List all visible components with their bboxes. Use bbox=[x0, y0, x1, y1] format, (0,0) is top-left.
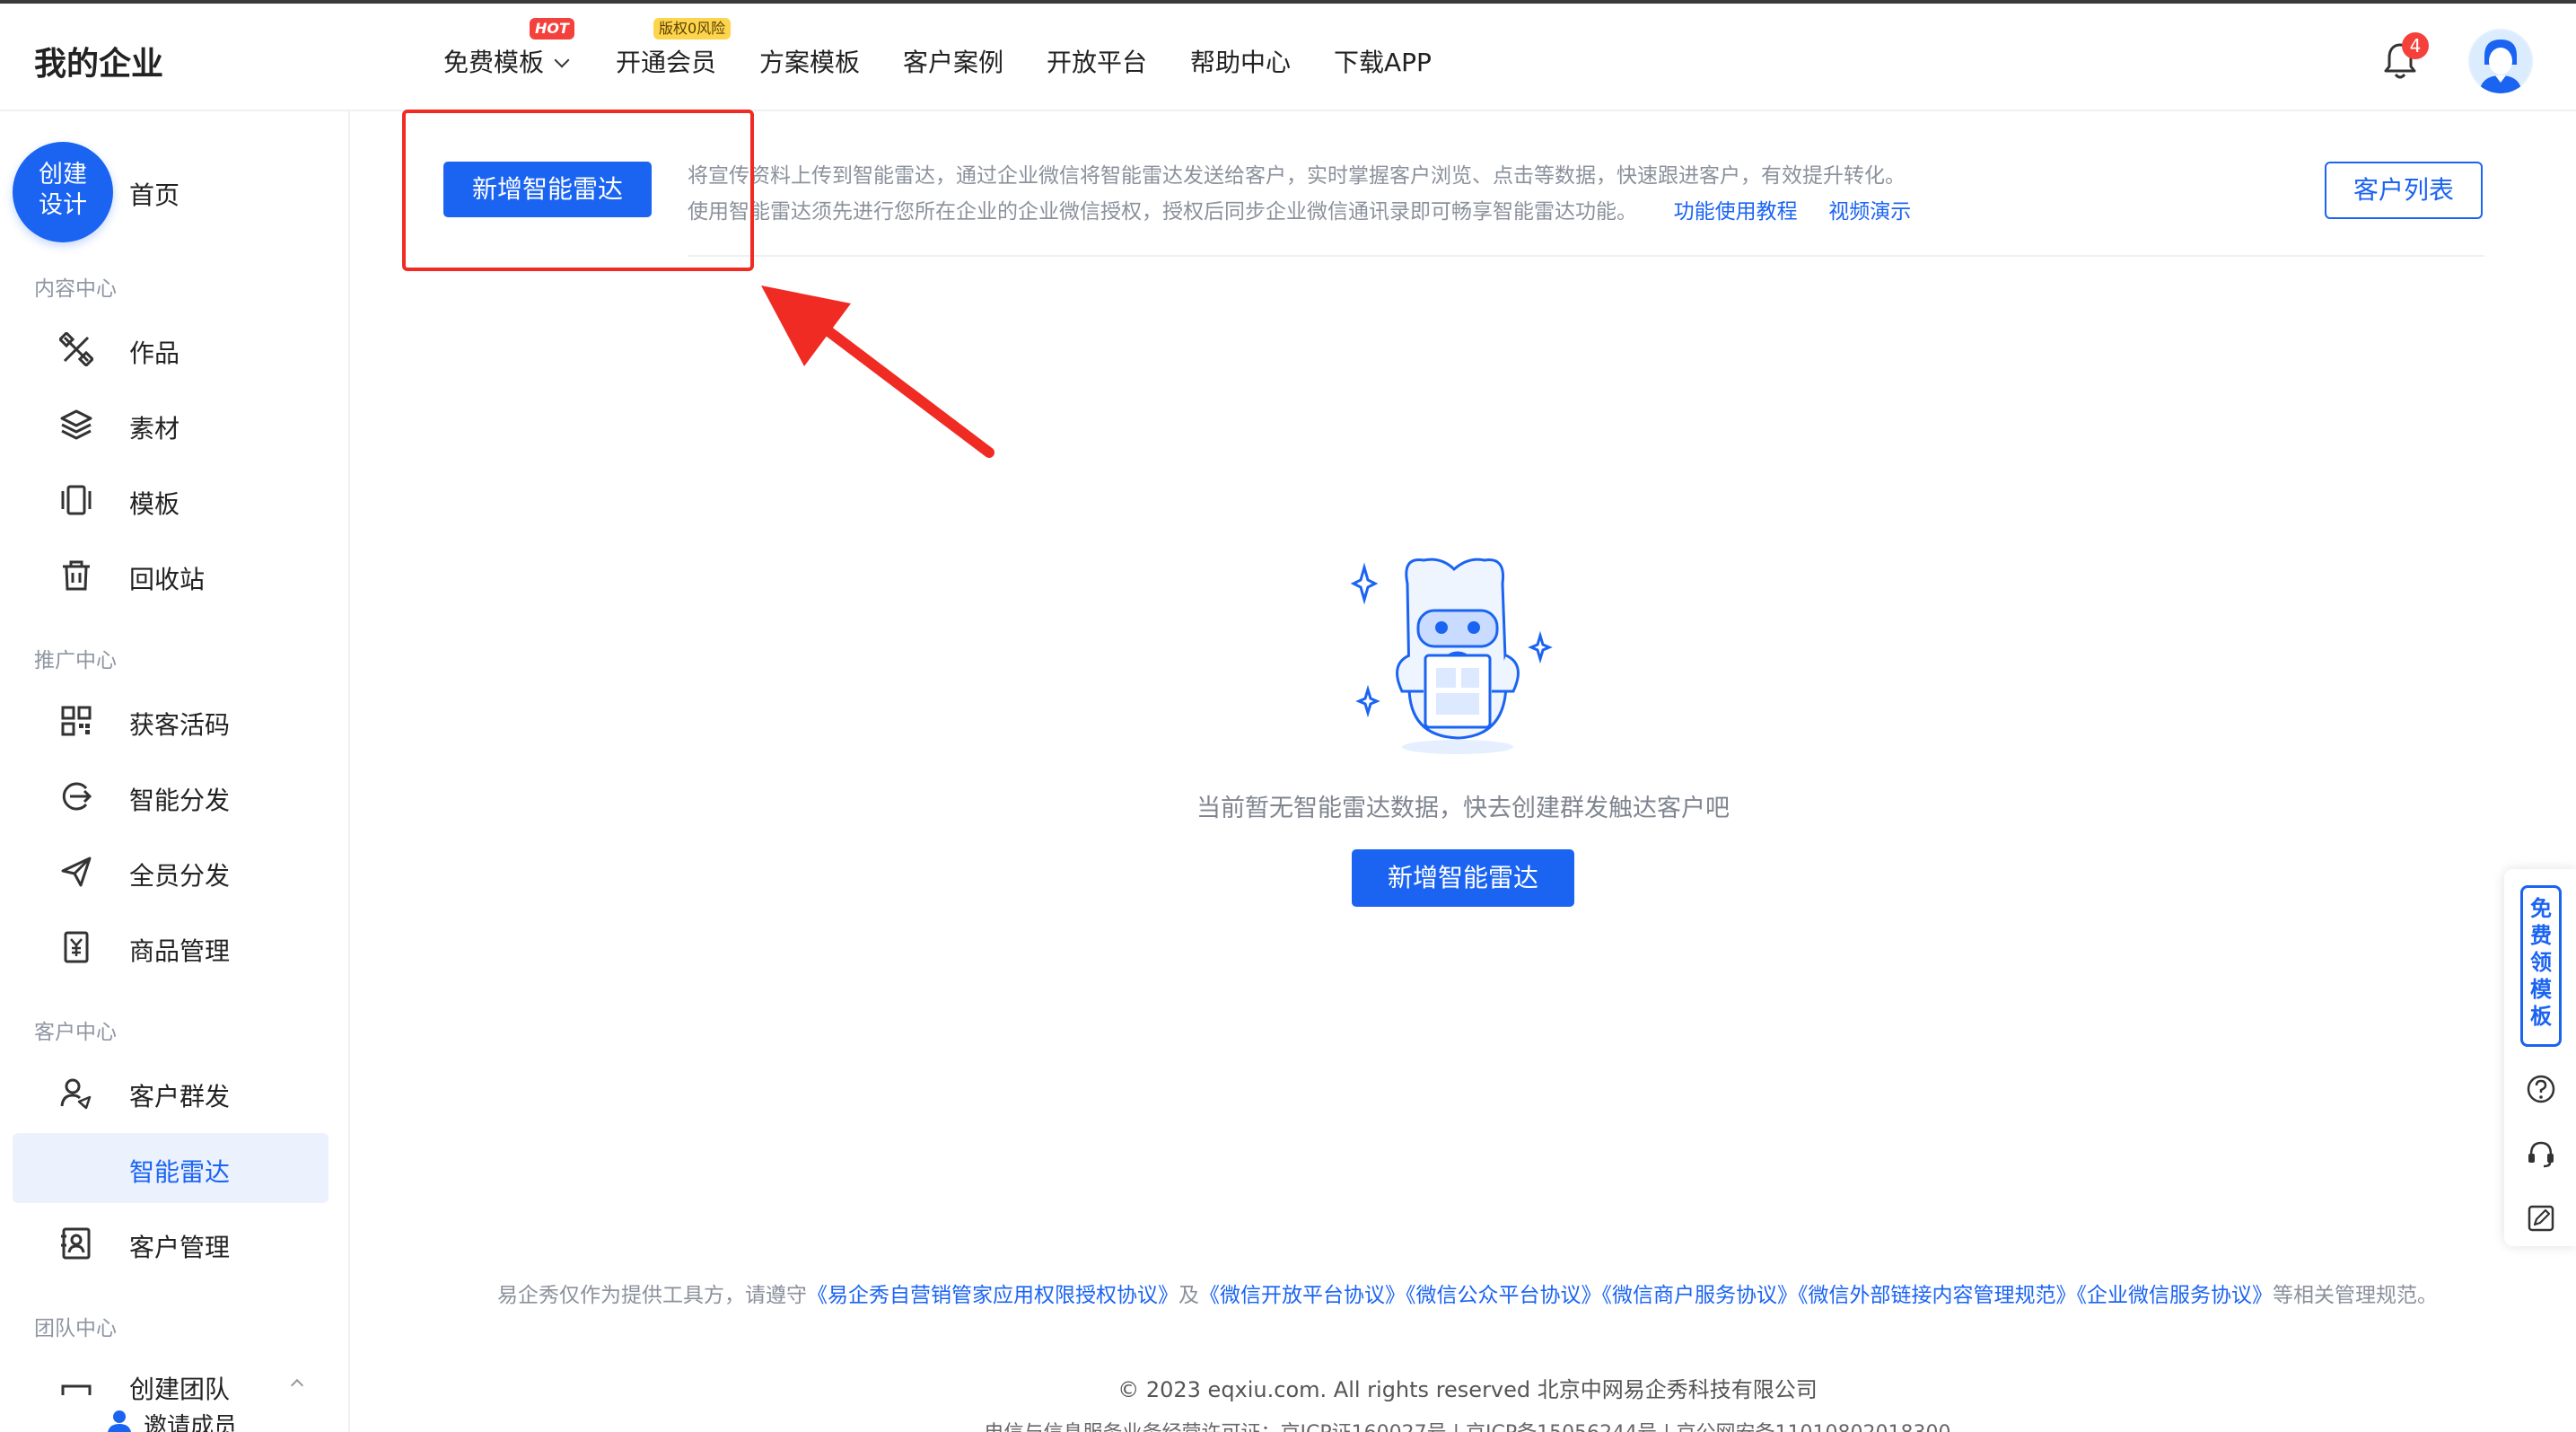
sidebar-item-label: 商品管理 bbox=[129, 936, 231, 966]
description-line-2: 使用智能雷达须先进行您所在企业的企业微信授权，授权后同步企业微信通讯录即可畅享智… bbox=[688, 194, 1911, 224]
sidebar-item-recycle-bin[interactable]: 回收站 bbox=[13, 540, 329, 611]
sidebar-item-label: 模板 bbox=[129, 489, 180, 519]
feedback-edit-icon[interactable] bbox=[2526, 1203, 2556, 1234]
smart-share-icon bbox=[62, 782, 92, 811]
nav-customer-cases[interactable]: 客户案例 bbox=[903, 43, 1003, 79]
trash-icon bbox=[63, 560, 90, 591]
right-float-toolbar: 免费领模板 bbox=[2504, 869, 2576, 1246]
sidebar-item-customer-manage[interactable]: 客户管理 bbox=[13, 1208, 329, 1278]
sidebar-item-lead-code[interactable]: 获客活码 bbox=[13, 686, 329, 756]
chevron-down-icon bbox=[554, 52, 570, 68]
user-avatar-icon bbox=[2470, 31, 2531, 93]
tutorial-link[interactable]: 功能使用教程 bbox=[1674, 200, 1798, 224]
sidebar-item-label: 全员分发 bbox=[129, 861, 231, 891]
user-send-icon bbox=[60, 1078, 92, 1110]
customer-service-icon[interactable] bbox=[2526, 1138, 2556, 1169]
sidebar-item-home[interactable]: 首页 bbox=[129, 176, 180, 212]
content-divider bbox=[688, 255, 2484, 257]
free-template-button[interactable]: 免费领模板 bbox=[2520, 885, 2562, 1047]
annotation-arrow-icon bbox=[761, 286, 994, 458]
empty-state-text: 当前暂无智能雷达数据，快去创建群发触达客户吧 bbox=[1196, 795, 1730, 822]
sidebar-item-label: 智能雷达 bbox=[129, 1157, 231, 1187]
notice-and: 及 bbox=[1178, 1284, 1199, 1307]
free-template-label: 免费领模板 bbox=[2530, 896, 2552, 1029]
robot-illustration-icon bbox=[1350, 558, 1553, 754]
sidebar-item-label: 回收站 bbox=[129, 565, 206, 594]
sidebar-item-smart-share[interactable]: 智能分发 bbox=[13, 761, 329, 831]
create-design-button[interactable]: 创建 设计 bbox=[13, 142, 113, 242]
sidebar-item-label: 获客活码 bbox=[129, 710, 231, 740]
nav-free-templates[interactable]: 免费模板 bbox=[443, 43, 570, 79]
template-carousel-icon bbox=[61, 485, 92, 515]
notification-badge: 4 bbox=[2402, 32, 2429, 59]
section-content-center: 内容中心 bbox=[34, 277, 117, 301]
team-icon bbox=[61, 1384, 92, 1395]
agreement-link[interactable]: 《企业微信服务协议》 bbox=[2077, 1284, 2274, 1307]
sidebar-item-label: 客户管理 bbox=[129, 1233, 231, 1262]
agreement-link[interactable]: 《微信开放平台协议》 bbox=[1199, 1284, 1406, 1307]
footer-notice: 易企秀仅作为提供工具方，请遵守《易企秀自营销管家应用权限授权协议》及《微信开放平… bbox=[449, 1278, 2486, 1313]
yuan-document-icon bbox=[64, 931, 89, 963]
sidebar-item-label: 素材 bbox=[129, 414, 180, 444]
agreement-link[interactable]: 《微信公众平台协议》 bbox=[1406, 1284, 1602, 1307]
sidebar-item-goods[interactable]: 商品管理 bbox=[13, 912, 329, 982]
create-button-line1: 创建 bbox=[39, 161, 87, 189]
create-button-line2: 设计 bbox=[39, 191, 87, 219]
avatar[interactable] bbox=[2468, 29, 2533, 93]
sidebar-item-all-share[interactable]: 全员分发 bbox=[13, 837, 329, 907]
description-text: 使用智能雷达须先进行您所在企业的企业微信授权，授权后同步企业微信通讯录即可畅享智… bbox=[688, 200, 1637, 224]
contact-card-icon bbox=[61, 1227, 91, 1260]
qr-code-icon bbox=[61, 706, 92, 736]
tools-icon bbox=[59, 332, 93, 366]
section-promotion-center: 推广中心 bbox=[34, 649, 117, 672]
nav-download-app[interactable]: 下载APP bbox=[1334, 43, 1432, 79]
notice-suffix: 等相关管理规范。 bbox=[2273, 1284, 2438, 1307]
sidebar-item-create-team[interactable]: 创建团队 bbox=[13, 1350, 329, 1404]
sidebar-item-label: 客户群发 bbox=[129, 1082, 231, 1111]
nav-solution-templates[interactable]: 方案模板 bbox=[759, 43, 860, 79]
agreement-link[interactable]: 《微信外部链接内容管理规范》 bbox=[1798, 1284, 2077, 1307]
section-customer-center: 客户中心 bbox=[34, 1021, 117, 1044]
invite-user-icon bbox=[108, 1410, 131, 1432]
send-icon bbox=[61, 857, 92, 887]
sidebar-item-label: 创建团队 bbox=[129, 1375, 231, 1404]
sidebar-item-templates[interactable]: 模板 bbox=[13, 465, 329, 535]
nav-open-platform[interactable]: 开放平台 bbox=[1047, 43, 1147, 79]
help-question-icon[interactable] bbox=[2526, 1074, 2556, 1104]
description-line-1: 将宣传资料上传到智能雷达，通过企业微信将智能雷达发送给客户，实时掌握客户浏览、点… bbox=[688, 164, 1906, 188]
sidebar-item-materials[interactable]: 素材 bbox=[13, 390, 329, 460]
section-team-center: 团队中心 bbox=[34, 1317, 117, 1340]
agreement-link[interactable]: 《易企秀自营销管家应用权限授权协议》 bbox=[807, 1284, 1178, 1307]
brand-title[interactable]: 我的企业 bbox=[34, 38, 163, 84]
hot-badge: HOT bbox=[530, 18, 574, 40]
layers-icon bbox=[60, 409, 92, 440]
sidebar-item-invite-member[interactable]: 邀请成员 bbox=[144, 1408, 237, 1432]
sidebar-item-works[interactable]: 作品 bbox=[13, 314, 329, 384]
video-demo-link[interactable]: 视频演示 bbox=[1828, 200, 1911, 224]
annotation-highlight-box bbox=[402, 110, 754, 271]
nav-help-center[interactable]: 帮助中心 bbox=[1190, 43, 1291, 79]
icp-license-text[interactable]: 电信与信息服务业务经营许可证：京ICP证160027号 | 京ICP备15056… bbox=[449, 1417, 2486, 1432]
notice-prefix: 易企秀仅作为提供工具方，请遵守 bbox=[497, 1284, 807, 1307]
sidebar-item-customer-mass[interactable]: 客户群发 bbox=[13, 1058, 329, 1128]
agreement-link[interactable]: 《微信商户服务协议》 bbox=[1602, 1284, 1799, 1307]
sidebar-item-label: 作品 bbox=[129, 338, 180, 368]
nav-label: 免费模板 bbox=[443, 48, 545, 77]
top-header: 我的企业 免费模板 HOT 开通会员 版权0风险 方案模板 客户案例 开放平台 … bbox=[0, 4, 2576, 111]
empty-add-smart-radar-button[interactable]: 新增智能雷达 bbox=[1352, 849, 1574, 907]
copyright-text: © 2023 eqxiu.com. All rights reserved 北京… bbox=[1117, 1377, 1818, 1402]
customer-list-button[interactable]: 客户列表 bbox=[2325, 162, 2483, 219]
sidebar-item-label: 智能分发 bbox=[129, 786, 231, 815]
nav-membership[interactable]: 开通会员 bbox=[616, 43, 716, 79]
copyright-badge: 版权0风险 bbox=[653, 18, 732, 40]
sidebar-item-smart-radar[interactable]: 智能雷达 bbox=[13, 1133, 329, 1203]
